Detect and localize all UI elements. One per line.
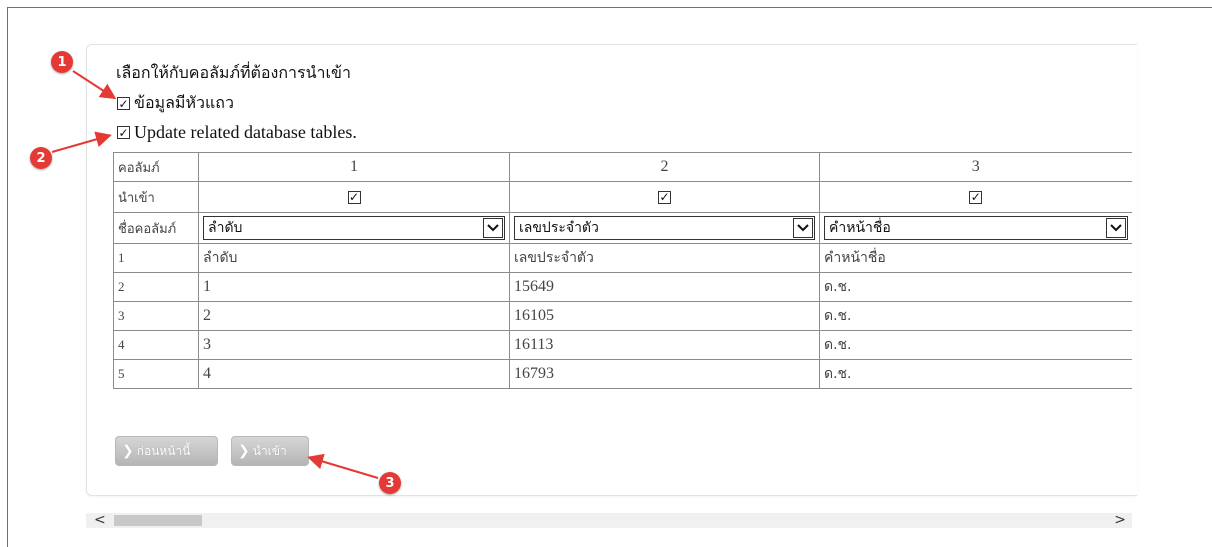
callout-arrow-3: [307, 453, 379, 479]
annotation-arrows: [51, 70, 379, 479]
callout-badge-3: 3: [379, 472, 401, 494]
callout-arrow-2: [51, 131, 112, 153]
callout-arrow-1: [72, 70, 117, 100]
callout-badge-1: 1: [51, 51, 73, 73]
callout-badge-2: 2: [30, 147, 52, 169]
